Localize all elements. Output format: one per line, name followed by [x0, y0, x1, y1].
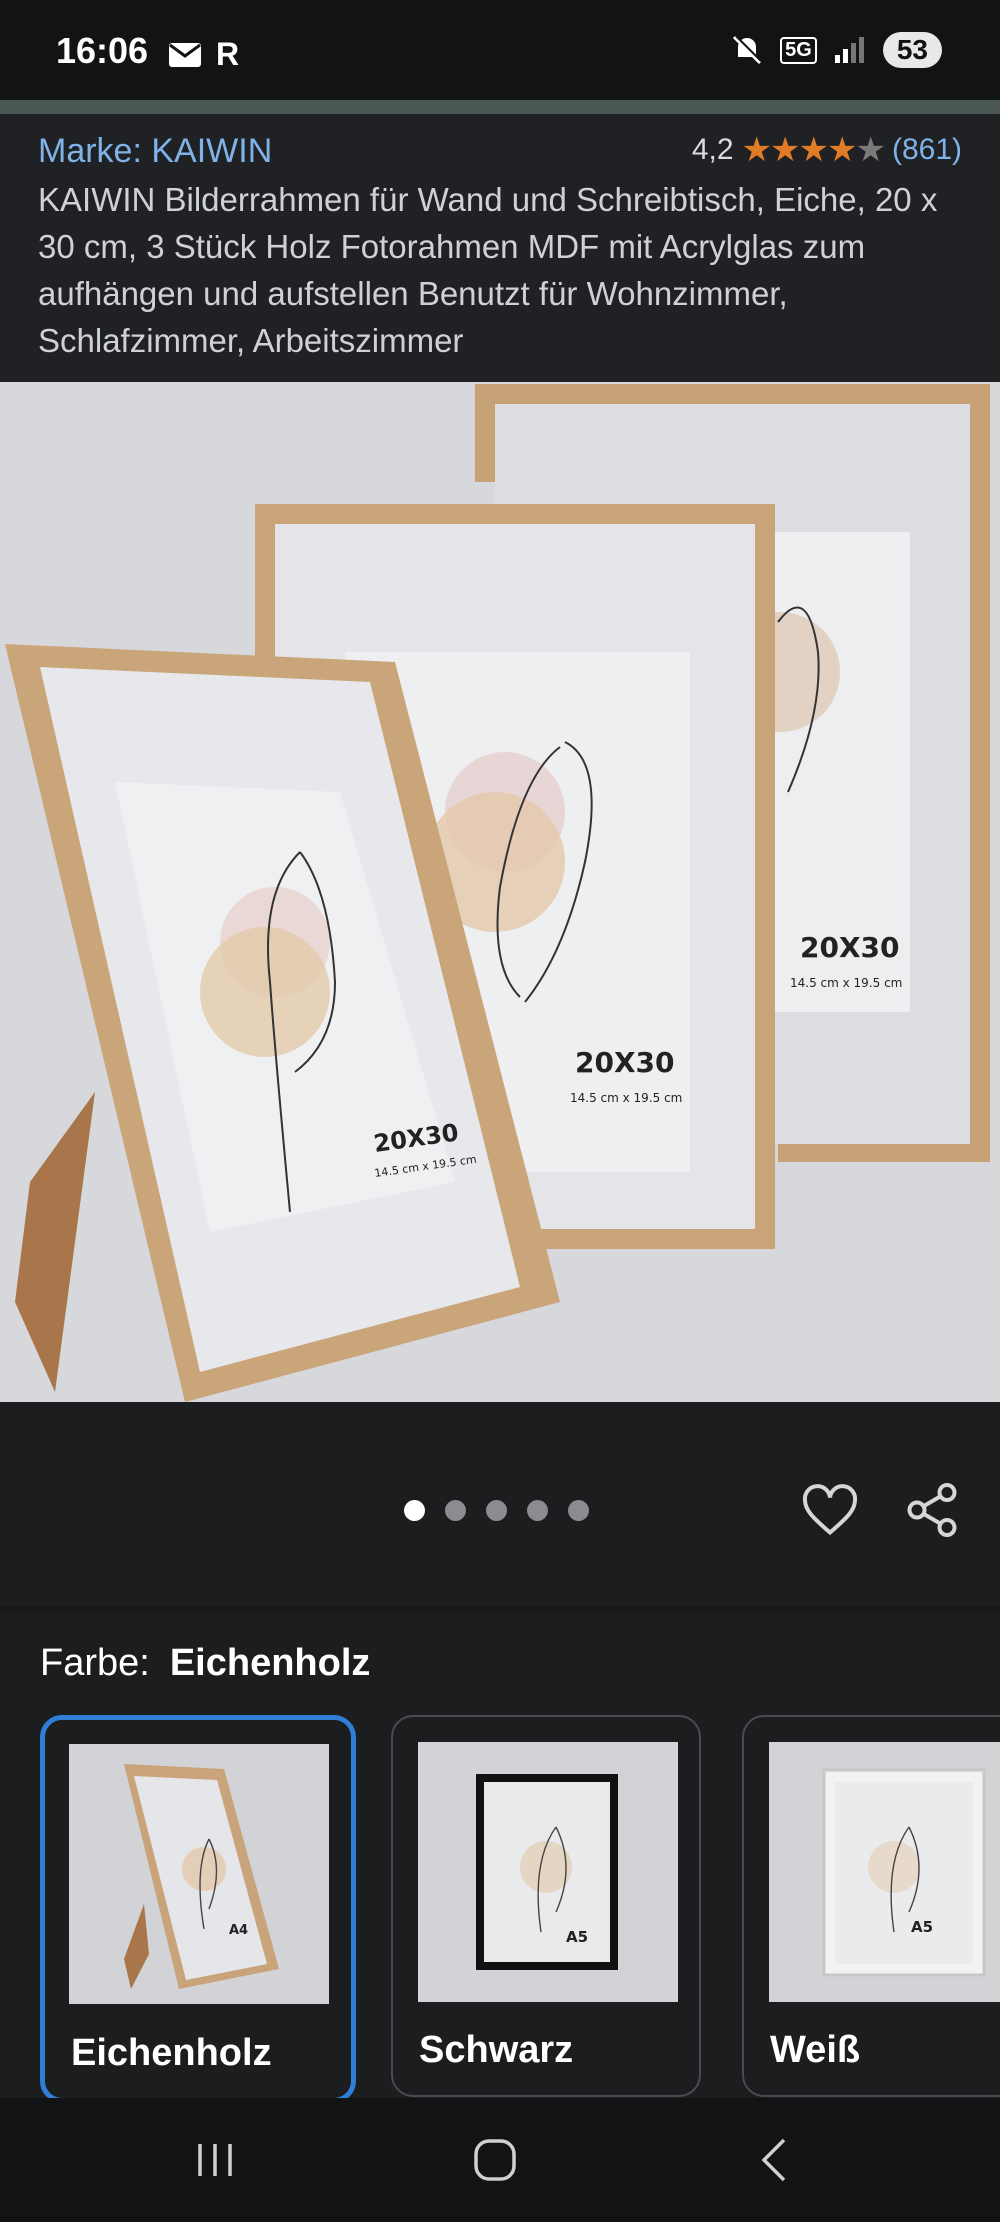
home-icon	[474, 2139, 516, 2181]
color-option-label: Schwarz	[419, 2029, 574, 2071]
color-option-thumbnail: A4	[69, 1744, 329, 2004]
thumb-size-label-1: A4	[229, 1923, 248, 1938]
brand-link[interactable]: Marke: KAIWIN	[38, 132, 272, 171]
signal-icon	[834, 37, 864, 63]
color-option-thumbnail: A5	[418, 1742, 678, 2002]
share-icon	[907, 1483, 957, 1537]
color-option-thumbnail: A5	[769, 1742, 1000, 2002]
heart-icon	[802, 1484, 858, 1536]
product-image[interactable]: 20X30 14.5 cm x 19.5 cm 20X30 14.5 cm x …	[0, 382, 1000, 1402]
gallery-dot-3[interactable]	[486, 1500, 507, 1521]
gallery-dot-2[interactable]	[445, 1500, 466, 1521]
gallery-dot-1[interactable]	[404, 1500, 425, 1521]
white-frame-thumbnail: A5	[822, 1768, 986, 1977]
rating-value: 4,2	[691, 133, 734, 166]
share-button[interactable]	[902, 1478, 962, 1542]
color-label: Farbe:	[40, 1642, 150, 1684]
mail-icon	[169, 42, 201, 67]
frame-size-sub-2: 14.5 cm x 19.5 cm	[570, 1091, 682, 1105]
network-5g-icon: 5G	[780, 36, 817, 64]
gallery-dot-5[interactable]	[568, 1500, 589, 1521]
frames-illustration: 20X30 14.5 cm x 19.5 cm 20X30 14.5 cm x …	[5, 384, 990, 1402]
status-time: 16:06	[56, 30, 149, 71]
status-left-icons: R	[168, 36, 239, 73]
recent-apps-button[interactable]	[180, 2130, 250, 2190]
battery-indicator: 53	[882, 32, 942, 68]
color-option-schwarz[interactable]: A5 Schwarz	[391, 1715, 701, 2097]
gallery-dot-4[interactable]	[527, 1500, 548, 1521]
rating-count[interactable]: (861)	[892, 133, 962, 167]
rating-stars: ★★★★★	[741, 131, 886, 169]
r-icon: R	[216, 36, 240, 72]
thumb-size-label-2: A5	[566, 1928, 588, 1946]
color-option-label: Eichenholz	[71, 2032, 272, 2074]
color-option-weiss[interactable]: A5 Weiß	[742, 1715, 1000, 2097]
section-divider	[0, 1606, 1000, 1612]
product-header: Marke: KAIWIN 4,2 ★★★★★ (861) KAIWIN Bil…	[0, 114, 1000, 382]
color-option-eichenholz[interactable]: A4 Eichenholz	[40, 1715, 356, 2103]
black-frame-thumbnail: A5	[476, 1774, 618, 1970]
product-title: KAIWIN Bilderrahmen für Wand und Schreib…	[38, 181, 938, 359]
status-right-icons: 5G 53	[730, 32, 942, 68]
frame-size-label-2: 20X30	[575, 1046, 675, 1079]
favorite-button[interactable]	[800, 1480, 860, 1540]
color-selected-value: Eichenholz	[169, 1642, 371, 1684]
thumb-size-label-3: A5	[911, 1918, 933, 1936]
frame-size-sub-3: 14.5 cm x 19.5 cm	[790, 976, 902, 990]
frame-size-label-3: 20X30	[800, 931, 900, 964]
color-selector-heading: Farbe: Eichenholz	[40, 1642, 370, 1685]
oak-frame-thumbnail: A4	[124, 1764, 279, 1989]
top-strip	[0, 100, 1000, 114]
star-partial-icon: ★	[855, 131, 886, 169]
home-button[interactable]	[460, 2130, 530, 2190]
gallery-pagination	[404, 1500, 589, 1521]
back-button[interactable]	[740, 2130, 810, 2190]
recent-apps-icon	[198, 2144, 232, 2176]
mute-icon	[733, 35, 762, 65]
color-option-label: Weiß	[770, 2029, 861, 2071]
rating[interactable]: 4,2 ★★★★★ (861)	[692, 130, 962, 170]
back-icon	[761, 2138, 786, 2182]
